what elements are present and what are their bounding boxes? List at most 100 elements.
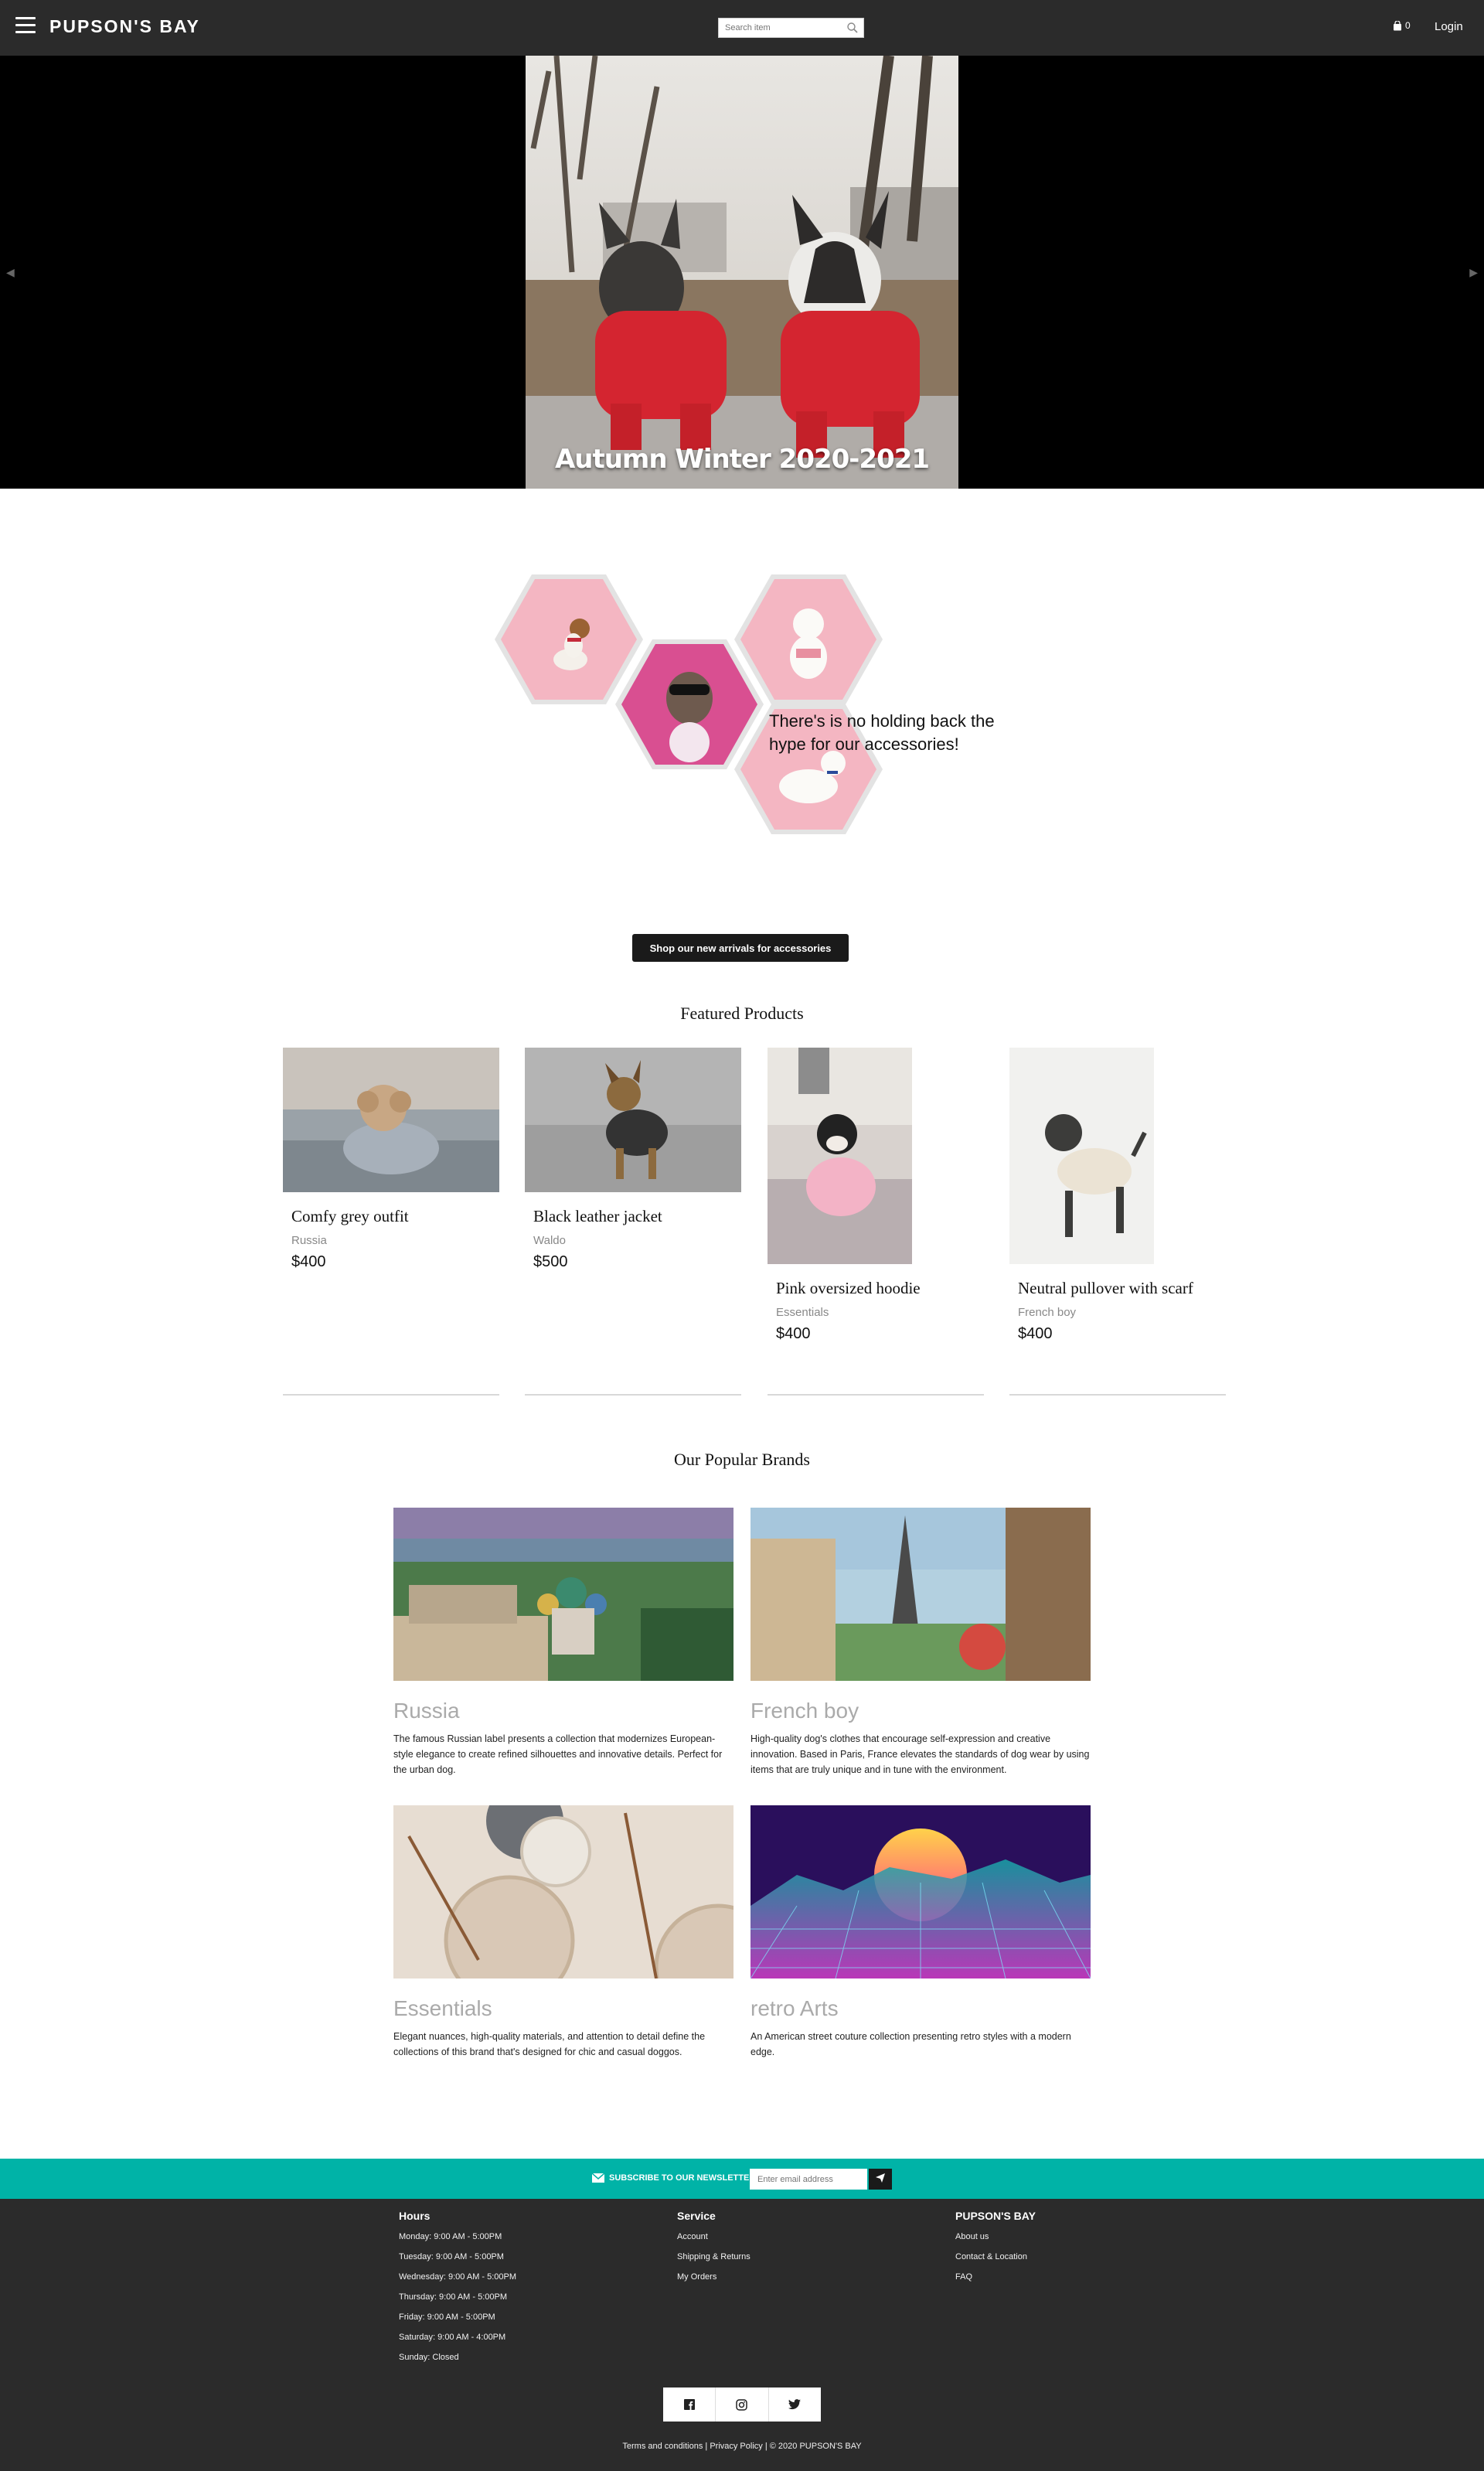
brand-description: The famous Russian label presents a coll… [393,1733,723,1775]
footer-company: PUPSON'S BAY About us Contact & Location… [955,2210,1036,2292]
product-name[interactable]: Comfy grey outfit [283,1207,499,1226]
hero-slide: Autumn Winter 2020-2021 [526,56,958,489]
newsletter-label: SUBSCRIBE TO OUR NEWSLETTER [592,2173,755,2183]
legal-line: Terms and conditions | Privacy Policy | … [0,2442,1484,2451]
footer-service-title: Service [677,2210,716,2222]
product-brand: Waldo [533,1234,566,1247]
copyright-text: © 2020 PUPSON'S BAY [769,2442,862,2451]
navbar: PUPSON'S BAY 0 Login [0,0,1484,56]
brand-image[interactable] [751,1508,1091,1681]
social-links [663,2387,821,2422]
hours-item: Sunday: Closed [399,2353,459,2362]
product-card[interactable]: Black leather jacket Waldo $500 [525,1048,741,1271]
carousel-prev-icon[interactable]: ◀ [6,266,15,279]
newsletter-email-input[interactable] [750,2169,867,2190]
product-divider [283,1394,499,1396]
footer-link-account[interactable]: Account [677,2231,751,2242]
product-card[interactable]: Neutral pullover with scarf French boy $… [1009,1048,1226,1343]
terms-link[interactable]: Terms and conditions [622,2442,703,2451]
product-price: $400 [776,1325,811,1342]
footer-link-about[interactable]: About us [955,2231,1036,2242]
hero-caption: Autumn Winter 2020-2021 [554,444,930,475]
product-name[interactable]: Black leather jacket [525,1207,741,1226]
product-card[interactable]: Pink oversized hoodie Essentials $400 [768,1048,984,1343]
legal-separator: | [764,2442,768,2451]
product-divider [1009,1394,1226,1396]
product-image[interactable] [768,1048,912,1264]
footer-link-shipping[interactable]: Shipping & Returns [677,2251,751,2262]
brand-description: An American street couture collection pr… [751,2031,1071,2057]
hex-image-3 [734,574,883,704]
brand-card[interactable]: Russia The famous Russian label presents… [393,1508,733,1777]
privacy-link[interactable]: Privacy Policy [710,2442,762,2451]
product-divider [768,1394,984,1396]
hours-item: Wednesday: 9:00 AM - 5:00PM [399,2272,517,2282]
hours-item: Tuesday: 9:00 AM - 5:00PM [399,2252,504,2261]
search-box [718,18,864,38]
footer-company-title: PUPSON'S BAY [955,2210,1036,2222]
carousel-indicator[interactable] [755,527,760,532]
footer-link-faq[interactable]: FAQ [955,2272,1036,2282]
paper-plane-icon [876,2173,885,2183]
legal-separator: | [705,2442,708,2451]
hours-item: Friday: 9:00 AM - 5:00PM [399,2313,495,2322]
cart-count: 0 [1405,20,1411,31]
brand-name[interactable]: Russia [393,1699,733,1723]
footer-link-contact[interactable]: Contact & Location [955,2251,1036,2262]
footer: Hours Monday: 9:00 AM - 5:00PM Tuesday: … [0,2199,1484,2471]
hours-item: Thursday: 9:00 AM - 5:00PM [399,2292,508,2302]
newsletter-submit-button[interactable] [869,2169,892,2190]
login-link[interactable]: Login [1435,20,1463,33]
product-price: $400 [291,1253,326,1270]
cart-button[interactable]: 0 [1393,20,1411,31]
brand-image[interactable] [393,1782,782,2032]
brand-name[interactable]: French boy [751,1699,1091,1723]
shop-accessories-button[interactable]: Shop our new arrivals for accessories [632,934,849,962]
facebook-icon[interactable] [663,2387,716,2422]
brand-description: High-quality dog's clothes that encourag… [751,1733,1090,1775]
hero-image [526,56,958,489]
hex-image-1 [495,574,643,704]
hero-carousel: ◀ ▶ Autumn Winter 2020-2021 [0,56,1484,532]
product-brand: Russia [291,1234,327,1247]
brand-logo[interactable]: PUPSON'S BAY [49,16,200,37]
search-icon[interactable] [846,22,859,34]
footer-service: Service Account Shipping & Returns My Or… [677,2210,751,2292]
product-image[interactable] [1009,1048,1154,1264]
product-image[interactable] [525,1048,741,1192]
accessories-tagline: There's is no holding back the hype for … [769,711,995,754]
product-name[interactable]: Pink oversized hoodie [768,1279,984,1298]
brands-title: Our Popular Brands [674,1450,810,1469]
footer-link-orders[interactable]: My Orders [677,2272,751,2282]
brand-name[interactable]: retro Arts [751,1996,1091,2021]
brand-card[interactable]: French boy High-quality dog's clothes th… [751,1508,1091,1777]
product-price: $400 [1018,1325,1053,1342]
carousel-next-icon[interactable]: ▶ [1469,266,1478,279]
menu-icon[interactable] [15,17,36,36]
hours-item: Monday: 9:00 AM - 5:00PM [399,2232,502,2241]
instagram-icon[interactable] [716,2387,769,2422]
footer-hours: Hours Monday: 9:00 AM - 5:00PM Tuesday: … [399,2210,516,2372]
product-brand: Essentials [776,1306,829,1319]
product-price: $500 [533,1253,568,1270]
newsletter-text: SUBSCRIBE TO OUR NEWSLETTER [609,2173,756,2183]
brand-image[interactable] [393,1508,733,1681]
search-input[interactable] [719,19,842,37]
brand-card[interactable]: retro Arts An American street couture co… [750,1805,1091,2060]
newsletter-bar: SUBSCRIBE TO OUR NEWSLETTER [0,2159,1484,2199]
hours-item: Saturday: 9:00 AM - 4:00PM [399,2333,506,2342]
product-divider [525,1394,741,1396]
featured-title: Featured Products [680,1004,804,1023]
hex-image-2 [615,639,764,769]
product-card[interactable]: Comfy grey outfit Russia $400 [283,1048,499,1271]
shopping-bag-icon [1394,20,1401,30]
twitter-icon[interactable] [769,2387,821,2422]
product-image[interactable] [283,1048,499,1192]
product-name[interactable]: Neutral pullover with scarf [1009,1279,1226,1298]
brand-image[interactable] [750,1805,1091,1979]
footer-hours-title: Hours [399,2210,431,2222]
brand-description: Elegant nuances, high-quality materials,… [393,2031,706,2057]
brand-card[interactable]: Essentials Elegant nuances, high-quality… [393,1782,782,2060]
brand-name[interactable]: Essentials [393,1996,733,2021]
envelope-icon [592,2173,604,2183]
